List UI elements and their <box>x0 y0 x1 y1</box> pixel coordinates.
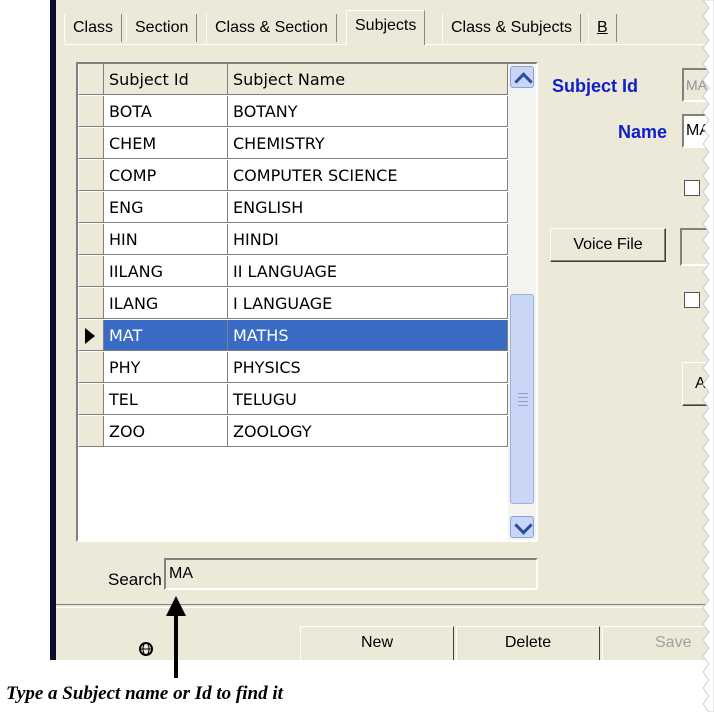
table-row[interactable]: TEL TELUGU <box>78 384 508 416</box>
option-checkbox-1[interactable] <box>684 180 700 196</box>
toolbar-separator <box>56 604 710 608</box>
chevron-up-icon <box>514 72 533 91</box>
subject-id-cell[interactable]: ZOO <box>104 416 228 447</box>
subject-name-cell[interactable]: TELUGU <box>228 384 508 415</box>
table-row[interactable]: ILANG I LANGUAGE <box>78 288 508 320</box>
subject-name-cell[interactable]: II LANGUAGE <box>228 256 508 287</box>
row-indicator-cell[interactable] <box>78 224 104 255</box>
name-label: Name <box>618 122 668 142</box>
subject-name-cell[interactable]: BOTANY <box>228 96 508 127</box>
search-label: Search <box>108 570 162 589</box>
subject-name-cell[interactable]: PHYSICS <box>228 352 508 383</box>
subject-id-cell[interactable]: IILANG <box>104 256 228 287</box>
new-button[interactable]: New <box>300 626 454 660</box>
subject-id-cell[interactable]: TEL <box>104 384 228 415</box>
tab-section[interactable]: Section <box>126 14 198 42</box>
scroll-up-button[interactable] <box>510 66 534 91</box>
subject-name-cell[interactable]: MATHS <box>228 320 508 351</box>
subject-name-cell[interactable]: COMPUTER SCIENCE <box>228 160 508 191</box>
row-indicator-cell[interactable] <box>78 288 104 319</box>
row-indicator-cell[interactable] <box>78 416 104 447</box>
option-checkbox-2[interactable] <box>684 292 700 308</box>
subject-id-label: Subject Id <box>552 76 639 96</box>
table-row[interactable]: MAT MATHS <box>78 320 508 352</box>
save-button[interactable]: Save <box>602 626 710 660</box>
grid-header-row: Subject Id Subject Name <box>78 64 508 96</box>
subject-id-cell[interactable]: COMP <box>104 160 228 191</box>
row-indicator-cell[interactable] <box>78 192 104 223</box>
subject-id-cell[interactable]: CHEM <box>104 128 228 159</box>
subject-id-cell[interactable]: PHY <box>104 352 228 383</box>
current-row-arrow-icon <box>85 328 95 344</box>
thumb-grip <box>518 405 528 406</box>
subject-id-cell[interactable]: MAT <box>104 320 228 351</box>
subjects-grid[interactable]: Subject Id Subject Name BOTA BOTANY CHEM CH… <box>76 62 538 542</box>
table-row[interactable]: PHY PHYSICS <box>78 352 508 384</box>
tab-class-section[interactable]: Class & Section <box>206 14 337 42</box>
row-indicator-cell[interactable] <box>78 256 104 287</box>
tab-subjects[interactable]: Subjects <box>346 10 426 45</box>
row-indicator-cell[interactable] <box>78 96 104 127</box>
annotation-caption: Type a Subject name or Id to find it <box>6 683 283 704</box>
thumb-grip <box>518 397 528 398</box>
table-row[interactable]: HIN HINDI <box>78 224 508 256</box>
torn-edge <box>702 0 714 712</box>
scroll-thumb[interactable] <box>510 294 534 504</box>
table-row[interactable]: IILANG II LANGUAGE <box>78 256 508 288</box>
vertical-scrollbar[interactable] <box>508 64 536 540</box>
chevron-down-icon <box>514 516 533 535</box>
subject-name-cell[interactable]: HINDI <box>228 224 508 255</box>
column-header-subject-id[interactable]: Subject Id <box>104 64 228 95</box>
subject-name-cell[interactable]: CHEMISTRY <box>228 128 508 159</box>
row-indicator-cell[interactable] <box>78 160 104 191</box>
table-row[interactable]: ZOO ZOOLOGY <box>78 416 508 448</box>
subject-id-cell[interactable]: BOTA <box>104 96 228 127</box>
table-row[interactable]: COMP COMPUTER SCIENCE <box>78 160 508 192</box>
tab-b[interactable]: B <box>588 14 617 42</box>
grid-body: Subject Id Subject Name BOTA BOTANY CHEM CH… <box>78 64 508 540</box>
table-row[interactable]: BOTA BOTANY <box>78 96 508 128</box>
voice-file-button[interactable]: Voice File <box>550 228 666 262</box>
row-indicator-cell[interactable] <box>78 320 104 351</box>
arrow-shaft <box>174 612 178 678</box>
row-indicator-cell[interactable] <box>78 384 104 415</box>
subject-name-cell[interactable]: ENGLISH <box>228 192 508 223</box>
subjects-window: Class Section Class & Section Subjects C… <box>56 0 710 660</box>
tab-class-subjects[interactable]: Class & Subjects <box>442 14 581 42</box>
subject-name-cell[interactable]: ZOOLOGY <box>228 416 508 447</box>
table-row[interactable]: CHEM CHEMISTRY <box>78 128 508 160</box>
header-indicator-cell <box>78 64 104 95</box>
row-indicator-cell[interactable] <box>78 128 104 159</box>
search-input[interactable]: MA <box>164 558 538 590</box>
row-indicator-cell[interactable] <box>78 352 104 383</box>
thumb-grip <box>518 401 528 402</box>
subject-id-cell[interactable]: ENG <box>104 192 228 223</box>
globe-icon[interactable] <box>138 641 154 660</box>
subject-id-cell[interactable]: ILANG <box>104 288 228 319</box>
subject-name-cell[interactable]: I LANGUAGE <box>228 288 508 319</box>
delete-button[interactable]: Delete <box>456 626 600 660</box>
tab-class[interactable]: Class <box>64 14 123 42</box>
table-row[interactable]: ENG ENGLISH <box>78 192 508 224</box>
subject-id-cell[interactable]: HIN <box>104 224 228 255</box>
thumb-grip <box>518 393 528 394</box>
scroll-down-button[interactable] <box>510 516 534 538</box>
column-header-subject-name[interactable]: Subject Name <box>228 64 508 95</box>
